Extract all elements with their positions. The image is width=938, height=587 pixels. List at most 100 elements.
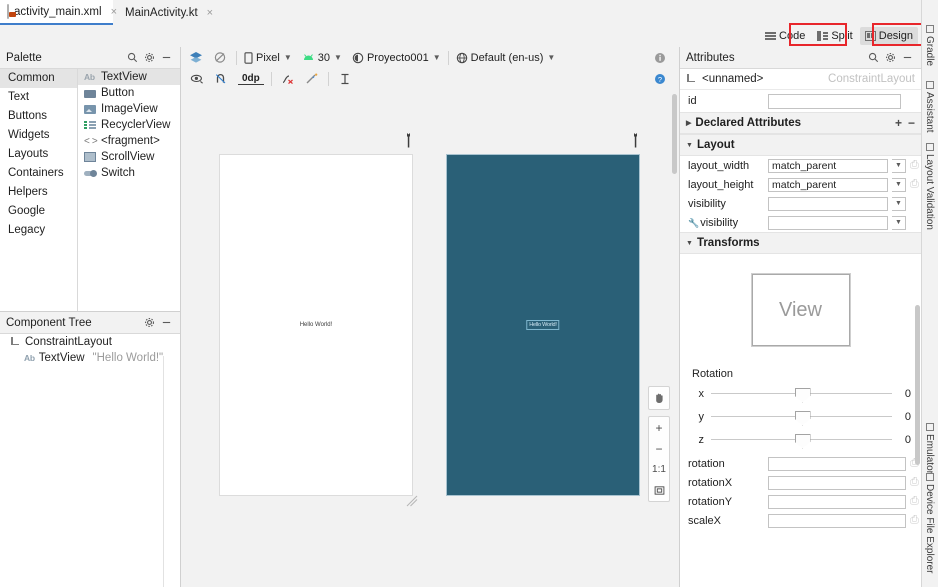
slider-track[interactable] bbox=[711, 433, 892, 449]
rotation-input[interactable] bbox=[768, 456, 906, 471]
design-view-button[interactable]: Design bbox=[859, 27, 918, 45]
visibility-value[interactable] bbox=[768, 196, 888, 211]
palette-category-google[interactable]: Google bbox=[0, 202, 77, 221]
design-canvas[interactable]: Hello World! Hello World! + − 1:1 bbox=[181, 90, 678, 587]
magnet-off-icon[interactable] bbox=[209, 70, 233, 88]
attributes-vertical-scrollbar[interactable] bbox=[915, 305, 920, 465]
device-selector[interactable]: Pixel ▼ bbox=[241, 49, 295, 67]
blueprint-textview[interactable]: Hello World! bbox=[526, 320, 560, 330]
slider-knob[interactable] bbox=[794, 387, 811, 403]
tab-close-icon[interactable]: × bbox=[207, 7, 213, 19]
design-preview-screen[interactable]: Hello World! bbox=[220, 155, 412, 495]
canvas-vertical-scrollbar[interactable] bbox=[672, 94, 677, 174]
attribute-expander[interactable]: ⎙ bbox=[910, 514, 919, 527]
clear-constraints-icon[interactable] bbox=[276, 70, 300, 88]
info-icon[interactable] bbox=[648, 49, 672, 67]
code-view-button[interactable]: Code bbox=[760, 27, 810, 45]
add-icon[interactable]: + bbox=[895, 116, 902, 130]
gear-icon[interactable] bbox=[142, 50, 157, 65]
tool-tab-gradle[interactable]: Gradle bbox=[922, 22, 937, 66]
disable-constraints-button[interactable] bbox=[208, 49, 232, 67]
minimize-icon[interactable] bbox=[159, 315, 174, 330]
palette-item-imageview[interactable]: ImageView bbox=[78, 101, 180, 117]
design-preview[interactable]: Hello World! bbox=[220, 133, 418, 507]
gear-icon[interactable] bbox=[883, 50, 898, 65]
tab-mainactivity-kt[interactable]: MainActivity.kt × bbox=[113, 0, 219, 25]
palette-category-text[interactable]: Text bbox=[0, 88, 77, 107]
slider-track[interactable] bbox=[711, 387, 892, 403]
theme-selector[interactable]: Proyecto001 ▼ bbox=[349, 49, 444, 67]
tree-node-constraintlayout[interactable]: ConstraintLayout bbox=[0, 334, 180, 350]
section-transforms[interactable]: ▼ Transforms bbox=[680, 232, 921, 254]
search-icon[interactable] bbox=[866, 50, 881, 65]
palette-item-recyclerview[interactable]: RecyclerView bbox=[78, 117, 180, 133]
palette-category-common[interactable]: Common bbox=[0, 69, 77, 88]
gear-icon[interactable] bbox=[142, 315, 157, 330]
attribute-expander[interactable]: ⎙ bbox=[910, 495, 919, 508]
palette-item-switch[interactable]: Switch bbox=[78, 165, 180, 181]
layers-button[interactable] bbox=[184, 49, 208, 67]
minimize-icon[interactable] bbox=[159, 50, 174, 65]
remove-icon[interactable]: − bbox=[908, 116, 915, 130]
palette-category-widgets[interactable]: Widgets bbox=[0, 126, 77, 145]
default-margin-button[interactable]: 0dp bbox=[235, 70, 267, 88]
tools-visibility-value[interactable] bbox=[768, 215, 888, 230]
id-input[interactable] bbox=[768, 93, 901, 109]
preview-textview[interactable]: Hello World! bbox=[300, 322, 333, 328]
help-icon[interactable]: ? bbox=[648, 70, 672, 88]
attribute-expander[interactable]: ⎙ bbox=[910, 476, 919, 489]
chevron-down-icon[interactable]: ▼ bbox=[892, 215, 906, 230]
palette-category-buttons[interactable]: Buttons bbox=[0, 107, 77, 126]
preview-config-wrench-icon[interactable] bbox=[630, 133, 641, 148]
attribute-expander[interactable]: ⎙ bbox=[910, 159, 919, 172]
chevron-down-icon[interactable]: ▼ bbox=[892, 196, 906, 211]
palette-category-layouts[interactable]: Layouts bbox=[0, 145, 77, 164]
locale-selector[interactable]: Default (en-us) ▼ bbox=[453, 49, 559, 67]
eye-icon[interactable] bbox=[185, 70, 209, 88]
split-view-button[interactable]: Split bbox=[812, 27, 857, 45]
blueprint-preview[interactable]: Hello World! bbox=[447, 133, 639, 495]
api-selector[interactable]: 30 ▼ bbox=[299, 49, 345, 67]
view-preview-box[interactable]: View bbox=[751, 274, 850, 346]
tool-tab-assistant[interactable]: Assistant bbox=[922, 78, 937, 133]
layout-width-value[interactable]: match_parent bbox=[768, 158, 888, 173]
palette-item-scrollview[interactable]: ScrollView bbox=[78, 149, 180, 165]
guidelines-icon[interactable] bbox=[333, 70, 357, 88]
tool-tab-emulator[interactable]: Emulator bbox=[922, 420, 937, 474]
slider-knob[interactable] bbox=[794, 433, 811, 449]
preview-config-wrench-icon[interactable] bbox=[403, 133, 414, 148]
section-declared-attributes[interactable]: ▶ Declared Attributes + − bbox=[680, 112, 921, 134]
section-layout[interactable]: ▼ Layout bbox=[680, 134, 921, 156]
chevron-down-icon[interactable]: ▼ bbox=[892, 158, 906, 173]
magic-wand-icon[interactable] bbox=[300, 70, 324, 88]
slider-knob[interactable] bbox=[794, 410, 811, 426]
zoom-in-button[interactable]: + bbox=[649, 417, 669, 438]
rotationx-input[interactable] bbox=[768, 475, 906, 490]
tree-node-textview[interactable]: Ab TextView "Hello World!" bbox=[0, 350, 180, 366]
tool-tab-layout-validation[interactable]: Layout Validation bbox=[922, 140, 937, 230]
tab-activity-main-xml[interactable]: activity_main.xml × bbox=[0, 0, 117, 25]
pan-tool-button[interactable] bbox=[649, 387, 669, 408]
transform-preview[interactable]: View bbox=[680, 254, 921, 366]
palette-item-button[interactable]: Button bbox=[78, 85, 180, 101]
palette-category-containers[interactable]: Containers bbox=[0, 164, 77, 183]
layout-height-value[interactable]: match_parent bbox=[768, 177, 888, 192]
attribute-expander[interactable]: ⎙ bbox=[910, 178, 919, 191]
palette-item-textview[interactable]: Ab TextView bbox=[78, 69, 180, 85]
palette-category-helpers[interactable]: Helpers bbox=[0, 183, 77, 202]
palette-category-legacy[interactable]: Legacy bbox=[0, 221, 77, 240]
slider-track[interactable] bbox=[711, 410, 892, 426]
slider-value: 0 bbox=[904, 410, 911, 423]
chevron-down-icon[interactable]: ▼ bbox=[892, 177, 906, 192]
scalex-input[interactable] bbox=[768, 513, 906, 528]
tool-tab-device-file-explorer[interactable]: Device File Explorer bbox=[922, 470, 937, 573]
preview-resize-handle[interactable] bbox=[406, 495, 418, 507]
blueprint-preview-screen[interactable]: Hello World! bbox=[447, 155, 639, 495]
zoom-actual-size-button[interactable]: 1:1 bbox=[649, 459, 669, 480]
zoom-out-button[interactable]: − bbox=[649, 438, 669, 459]
minimize-icon[interactable] bbox=[900, 50, 915, 65]
zoom-to-fit-button[interactable] bbox=[649, 480, 669, 501]
search-icon[interactable] bbox=[125, 50, 140, 65]
palette-item-fragment[interactable]: < > <fragment> bbox=[78, 133, 180, 149]
rotationy-input[interactable] bbox=[768, 494, 906, 509]
